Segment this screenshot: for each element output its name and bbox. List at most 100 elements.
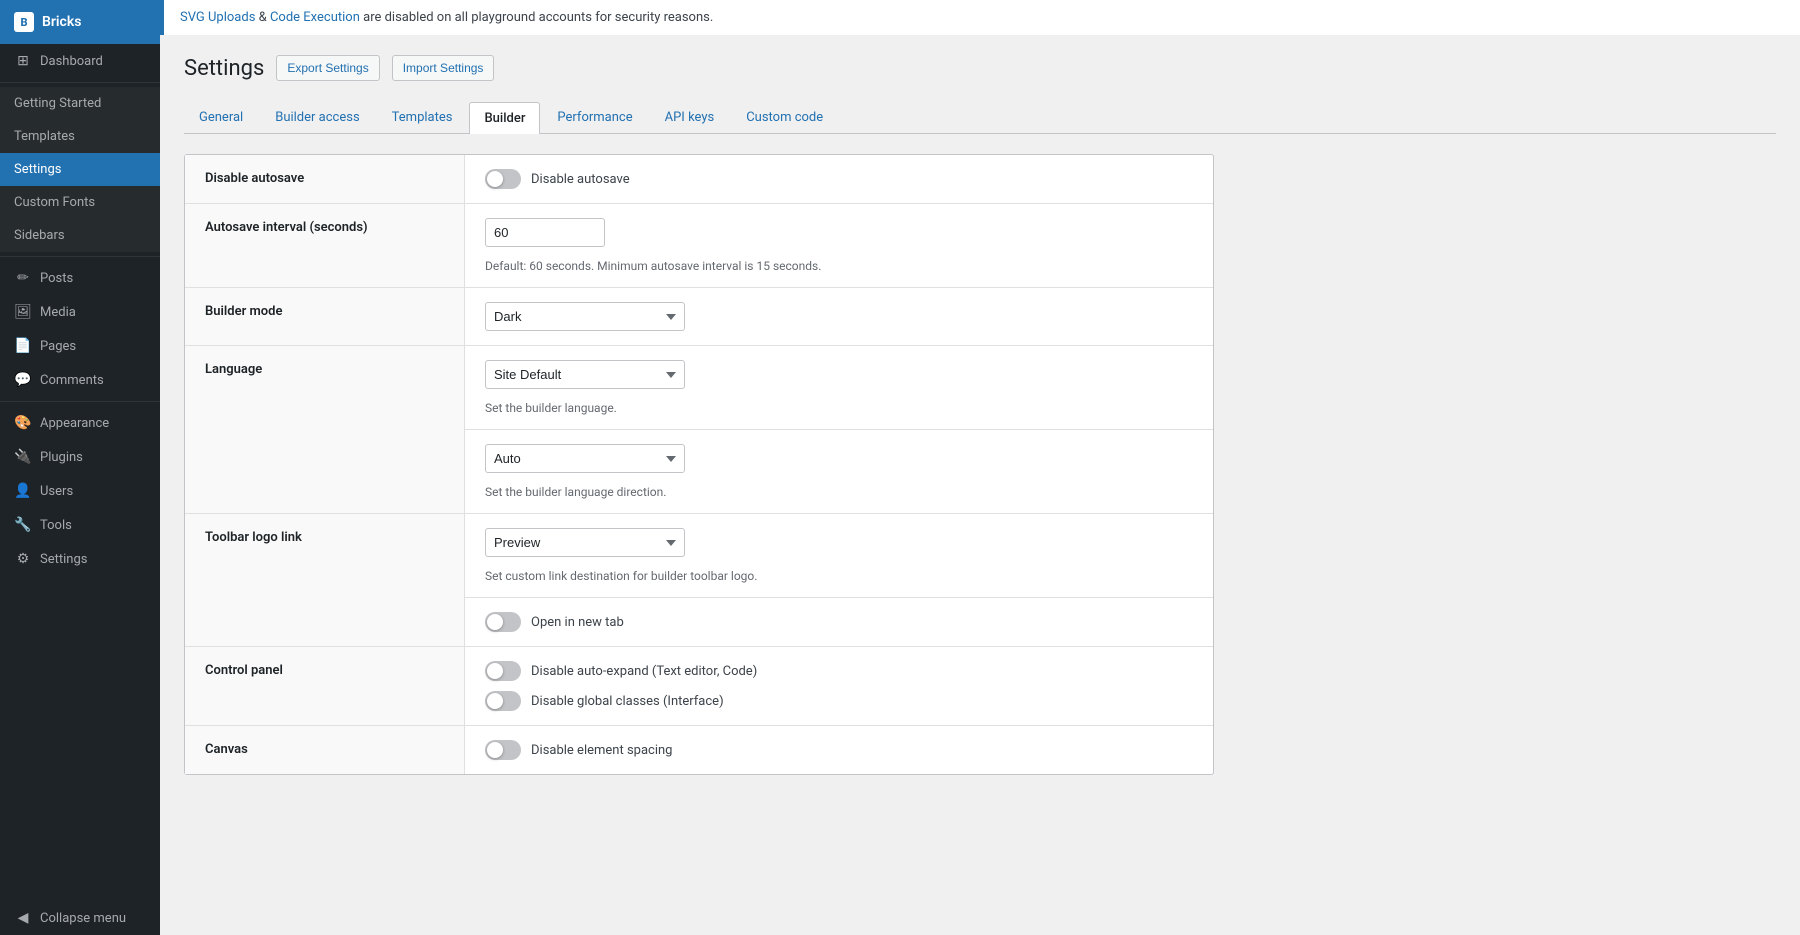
sidebar-divider <box>0 82 160 83</box>
autosave-interval-hint: Default: 60 seconds. Minimum autosave in… <box>485 259 1193 273</box>
tab-templates[interactable]: Templates <box>377 101 468 133</box>
language-direction-hint: Set the builder language direction. <box>485 485 1193 499</box>
settings-label-language: Language <box>185 346 465 513</box>
canvas-toggle-label: Disable element spacing <box>531 743 672 758</box>
toolbar-logo-link-hint: Set custom link destination for builder … <box>485 569 1193 583</box>
language-direction-select[interactable]: Auto <box>485 444 685 473</box>
code-execution-link[interactable]: Code Execution <box>270 10 360 25</box>
settings-row-autosave-interval: Autosave interval (seconds) Default: 60 … <box>185 204 1213 288</box>
settings-row-toolbar-logo-link: Toolbar logo link Preview Set custom lin… <box>185 514 1213 647</box>
bricks-submenu: Getting Started Templates Settings Custo… <box>0 87 160 252</box>
sidebar-item-label: Media <box>40 305 76 320</box>
settings-row-canvas: Canvas Disable element spacing <box>185 726 1213 774</box>
language-select[interactable]: Site Default <box>485 360 685 389</box>
settings-value-disable-autosave: Disable autosave <box>465 155 1213 203</box>
sidebar-item-custom-fonts[interactable]: Custom Fonts <box>0 186 160 219</box>
toolbar-logo-link-select[interactable]: Preview <box>485 528 685 557</box>
sidebar-item-label: Plugins <box>40 450 83 465</box>
tab-custom-code[interactable]: Custom code <box>731 101 838 133</box>
disable-auto-expand-toggle[interactable] <box>485 661 521 681</box>
open-new-tab-label: Open in new tab <box>531 615 624 630</box>
sidebar-divider-3 <box>0 401 160 402</box>
sidebar-item-label: Users <box>40 484 73 499</box>
sidebar-item-label: Posts <box>40 271 73 286</box>
sidebar-item-tools[interactable]: 🔧 Tools <box>0 508 160 542</box>
sidebar-item-label: Getting Started <box>14 96 101 111</box>
sidebar-item-settings-wp[interactable]: ⚙ Settings <box>0 542 160 576</box>
tab-api-keys[interactable]: API keys <box>650 101 730 133</box>
settings-row-builder-mode: Builder mode Dark Light Auto <box>185 288 1213 346</box>
appearance-icon: 🎨 <box>14 415 32 431</box>
disable-autosave-toggle-label: Disable autosave <box>531 172 630 187</box>
settings-label-control-panel: Control panel <box>185 647 465 725</box>
settings-wp-icon: ⚙ <box>14 551 32 567</box>
disable-autosave-toggle-row: Disable autosave <box>485 169 1193 189</box>
disable-autosave-toggle[interactable] <box>485 169 521 189</box>
tab-performance[interactable]: Performance <box>542 101 647 133</box>
sidebar-item-label: Dashboard <box>40 54 103 69</box>
sidebar-item-label: Templates <box>14 129 75 144</box>
content-area: Settings Export Settings Import Settings… <box>160 35 1800 935</box>
autosave-interval-input[interactable] <box>485 218 605 247</box>
language-divider <box>465 429 1213 430</box>
tab-general[interactable]: General <box>184 101 258 133</box>
sidebar-item-plugins[interactable]: 🔌 Plugins <box>0 440 160 474</box>
settings-row-disable-autosave: Disable autosave Disable autosave <box>185 155 1213 204</box>
settings-label-canvas: Canvas <box>185 726 465 774</box>
settings-table: Disable autosave Disable autosave Autosa… <box>184 154 1214 775</box>
import-settings-button[interactable]: Import Settings <box>392 55 495 81</box>
bricks-logo-icon: B <box>14 12 34 32</box>
tab-builder-access[interactable]: Builder access <box>260 101 374 133</box>
collapse-menu-label: Collapse menu <box>40 911 126 926</box>
disable-auto-expand-toggle-row: Disable auto-expand (Text editor, Code) <box>485 661 1193 681</box>
tab-builder[interactable]: Builder <box>469 102 540 134</box>
settings-value-autosave-interval: Default: 60 seconds. Minimum autosave in… <box>465 204 1213 287</box>
comments-icon: 💬 <box>14 372 32 388</box>
sidebar-item-sidebars[interactable]: Sidebars <box>0 219 160 252</box>
toolbar-logo-divider <box>465 597 1213 598</box>
open-new-tab-toggle-row: Open in new tab <box>485 612 1193 632</box>
sidebar-item-label: Pages <box>40 339 76 354</box>
sidebar-item-posts[interactable]: ✏ Posts <box>0 261 160 295</box>
sidebar-item-comments[interactable]: 💬 Comments <box>0 363 160 397</box>
settings-value-toolbar-logo-link: Preview Set custom link destination for … <box>465 514 1213 646</box>
canvas-toggle[interactable] <box>485 740 521 760</box>
sidebar-item-label: Appearance <box>40 416 109 431</box>
page-header: Settings Export Settings Import Settings <box>184 55 1776 81</box>
settings-value-builder-mode: Dark Light Auto <box>465 288 1213 345</box>
sidebar-item-pages[interactable]: 📄 Pages <box>0 329 160 363</box>
sidebar-item-settings[interactable]: Settings <box>0 153 160 186</box>
posts-icon: ✏ <box>14 270 32 286</box>
sidebar-item-users[interactable]: 👤 Users <box>0 474 160 508</box>
settings-value-language: Site Default Set the builder language. A… <box>465 346 1213 513</box>
sidebar-item-label: Sidebars <box>14 228 65 243</box>
builder-mode-select[interactable]: Dark Light Auto <box>485 302 685 331</box>
sidebar-item-appearance[interactable]: 🎨 Appearance <box>0 406 160 440</box>
users-icon: 👤 <box>14 483 32 499</box>
canvas-toggle-row: Disable element spacing <box>485 740 1193 760</box>
sidebar-item-media[interactable]: 🖼 Media <box>0 295 160 329</box>
disable-auto-expand-label: Disable auto-expand (Text editor, Code) <box>531 664 757 679</box>
disable-global-classes-toggle-row: Disable global classes (Interface) <box>485 691 1193 711</box>
disable-global-classes-label: Disable global classes (Interface) <box>531 694 724 709</box>
pages-icon: 📄 <box>14 338 32 354</box>
collapse-menu-item[interactable]: ◀ Collapse menu <box>0 901 160 935</box>
settings-value-control-panel: Disable auto-expand (Text editor, Code) … <box>465 647 1213 725</box>
sidebar-item-label: Comments <box>40 373 104 388</box>
alert-bar: SVG Uploads & Code Execution are disable… <box>160 0 1800 35</box>
disable-global-classes-toggle[interactable] <box>485 691 521 711</box>
open-new-tab-toggle[interactable] <box>485 612 521 632</box>
export-settings-button[interactable]: Export Settings <box>276 55 379 81</box>
sidebar-item-dashboard[interactable]: ⊞ Dashboard <box>0 44 160 78</box>
sidebar-item-label: Settings <box>14 162 61 177</box>
sidebar-logo[interactable]: B Bricks <box>0 0 160 44</box>
settings-row-control-panel: Control panel Disable auto-expand (Text … <box>185 647 1213 726</box>
sidebar-divider-2 <box>0 256 160 257</box>
sidebar-item-getting-started[interactable]: Getting Started <box>0 87 160 120</box>
tools-icon: 🔧 <box>14 517 32 533</box>
sidebar-item-templates[interactable]: Templates <box>0 120 160 153</box>
settings-label-toolbar-logo-link: Toolbar logo link <box>185 514 465 646</box>
svg-uploads-link[interactable]: SVG Uploads <box>180 10 255 25</box>
dashboard-icon: ⊞ <box>14 53 32 69</box>
page-title: Settings <box>184 56 264 81</box>
